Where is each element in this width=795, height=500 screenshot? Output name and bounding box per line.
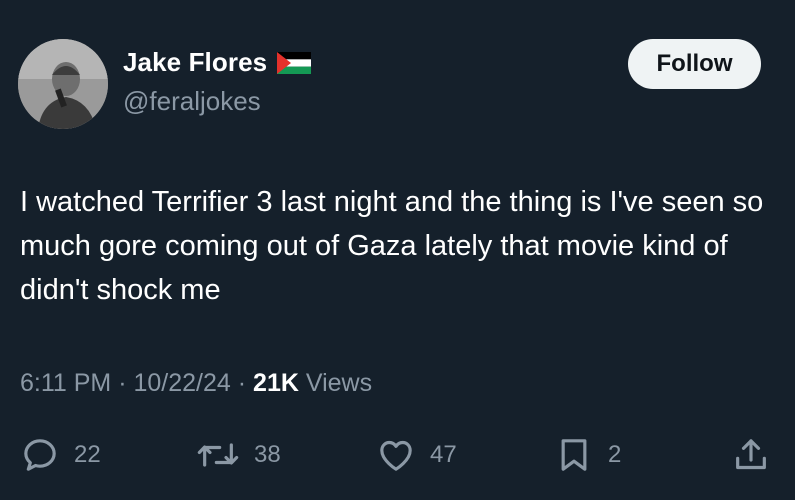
meta-separator: · [237, 369, 247, 397]
heart-icon [380, 440, 412, 471]
author-name-row: Jake Flores [123, 47, 312, 78]
retweet-count: 38 [254, 441, 281, 468]
tweet-date[interactable]: 10/22/24 [133, 369, 230, 397]
tweet-time[interactable]: 6:11 PM [20, 369, 111, 397]
share-icon [736, 439, 766, 470]
meta-separator: · [118, 369, 127, 397]
bookmark-button[interactable]: 2 [554, 430, 621, 480]
author-display-name[interactable]: Jake Flores [123, 47, 267, 78]
tweet-text: I watched Terrifier 3 last night and the… [20, 186, 764, 306]
views-label: Views [305, 369, 373, 397]
like-count: 47 [430, 441, 457, 468]
avatar[interactable] [18, 39, 108, 129]
views-count: 21K [253, 369, 299, 397]
bookmark-icon [561, 439, 587, 471]
reply-button[interactable]: 22 [20, 430, 101, 480]
tweet-meta: 6:11 PM · 10/22/24 · 21K Views [20, 369, 372, 398]
palestine-flag-icon [277, 51, 312, 74]
bookmark-count: 2 [608, 441, 622, 468]
author-handle[interactable]: @feraljokes [123, 86, 261, 117]
reply-icon [24, 439, 56, 471]
reply-count: 22 [74, 441, 101, 468]
share-button[interactable] [731, 430, 771, 480]
retweet-button[interactable]: 38 [196, 430, 281, 480]
like-button[interactable]: 47 [376, 430, 457, 480]
retweet-icon [197, 443, 239, 467]
avatar-image [18, 39, 108, 129]
action-bar: 22 38 47 2 [0, 430, 795, 480]
follow-button[interactable]: Follow [628, 39, 761, 89]
